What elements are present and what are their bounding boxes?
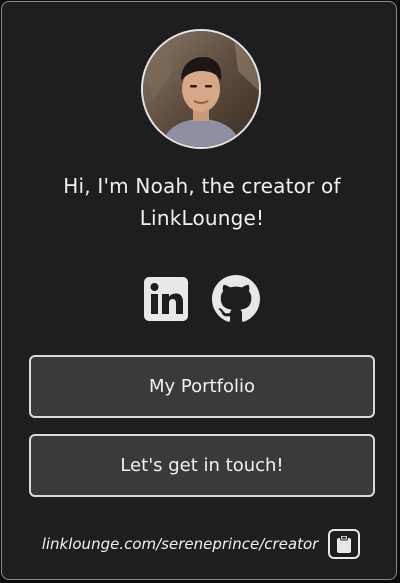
portfolio-button-label: My Portfolio xyxy=(149,376,255,397)
clipboard-icon xyxy=(337,535,352,553)
avatar xyxy=(141,29,261,149)
profile-card: Hi, I'm Noah, the creator of LinkLounge!… xyxy=(1,1,397,580)
profile-photo xyxy=(143,31,259,147)
linkedin-icon[interactable] xyxy=(142,275,190,323)
copy-link-button[interactable] xyxy=(328,529,361,559)
share-link-row: linklounge.com/sereneprince/creator xyxy=(2,529,400,559)
bio-text: Hi, I'm Noah, the creator of LinkLounge! xyxy=(63,174,341,230)
share-url: linklounge.com/sereneprince/creator xyxy=(41,535,319,553)
contact-button[interactable]: Let's get in touch! xyxy=(29,434,375,497)
github-icon[interactable] xyxy=(212,275,260,323)
portfolio-button[interactable]: My Portfolio xyxy=(29,355,375,418)
social-links xyxy=(2,275,400,323)
contact-button-label: Let's get in touch! xyxy=(120,455,284,476)
